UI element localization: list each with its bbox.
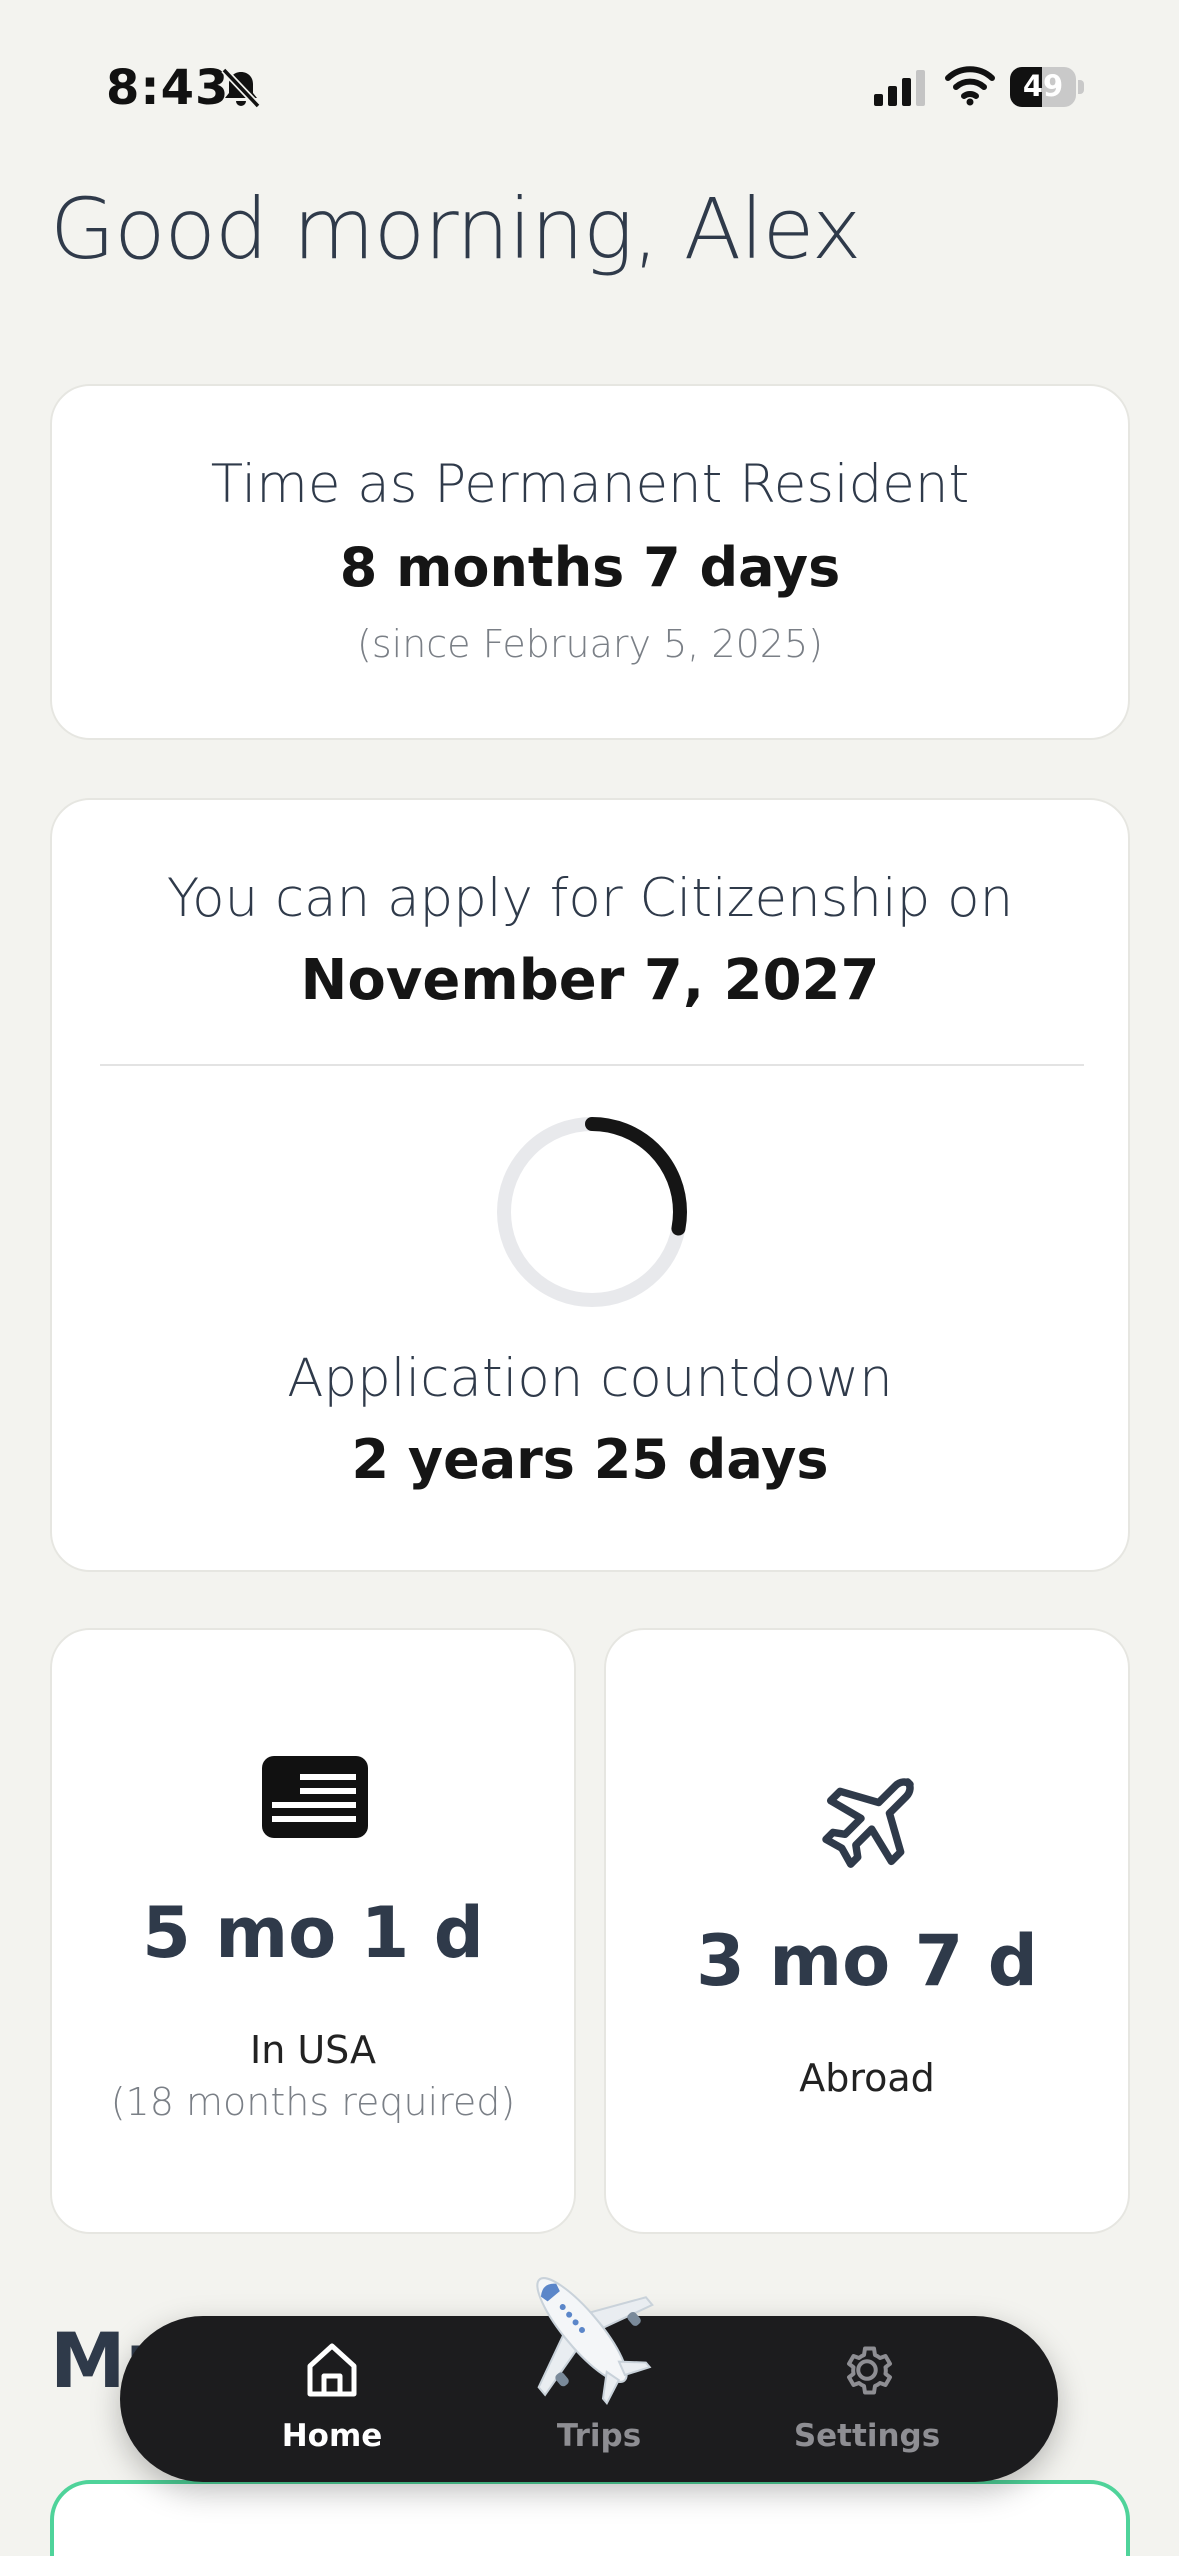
citizenship-card: You can apply for Citizenship on Novembe… <box>50 798 1130 1572</box>
in-usa-card[interactable]: 5 mo 1 d In USA (18 months required) <box>50 1628 576 2234</box>
tab-trips-label: Trips <box>556 2418 642 2454</box>
tab-home[interactable]: Home <box>232 2338 432 2462</box>
pr-title: Time as Permanent Resident <box>210 454 970 515</box>
bell-off-icon <box>221 67 261 109</box>
in-usa-label: In USA <box>249 2028 376 2072</box>
home-screen: 8:43 49 Good morning, Alex Time as Perma… <box>0 0 1179 2556</box>
citizenship-date: November 7, 2027 <box>300 948 880 1013</box>
battery-percent: 49 <box>1022 69 1064 103</box>
abroad-label: Abroad <box>799 2056 935 2100</box>
battery-icon: 49 <box>1010 67 1084 107</box>
pr-since-date: (since February 5, 2025) <box>357 622 823 666</box>
airplane-icon <box>536 2277 654 2405</box>
tab-home-label: Home <box>281 2418 383 2454</box>
status-bar: 8:43 49 <box>0 0 1179 150</box>
gear-icon <box>847 2346 892 2395</box>
abroad-value: 3 mo 7 d <box>696 1920 1038 2002</box>
peek-card[interactable] <box>50 2480 1130 2556</box>
home-icon <box>307 2343 357 2397</box>
greeting-title: Good morning, Alex <box>50 180 862 278</box>
citizenship-title: You can apply for Citizenship on <box>166 868 1014 929</box>
pr-duration: 8 months 7 days <box>339 536 841 599</box>
wifi-icon <box>945 66 995 106</box>
signal-icon <box>874 70 925 106</box>
in-usa-value: 5 mo 1 d <box>142 1892 484 1974</box>
countdown-progress-ring <box>497 1117 687 1307</box>
flag-icon <box>262 1756 368 1838</box>
tab-settings-label: Settings <box>793 2418 941 2454</box>
airplane-icon <box>822 1778 914 1868</box>
tab-settings[interactable]: Settings <box>767 2338 967 2462</box>
status-time: 8:43 <box>106 60 230 116</box>
abroad-card[interactable]: 3 mo 7 d Abroad <box>604 1628 1130 2234</box>
in-usa-requirement: (18 months required) <box>110 2080 516 2124</box>
countdown-label: Application countdown <box>287 1348 893 1409</box>
countdown-value: 2 years 25 days <box>351 1428 829 1491</box>
permanent-resident-card: Time as Permanent Resident 8 months 7 da… <box>50 384 1130 740</box>
divider <box>100 1064 1084 1066</box>
